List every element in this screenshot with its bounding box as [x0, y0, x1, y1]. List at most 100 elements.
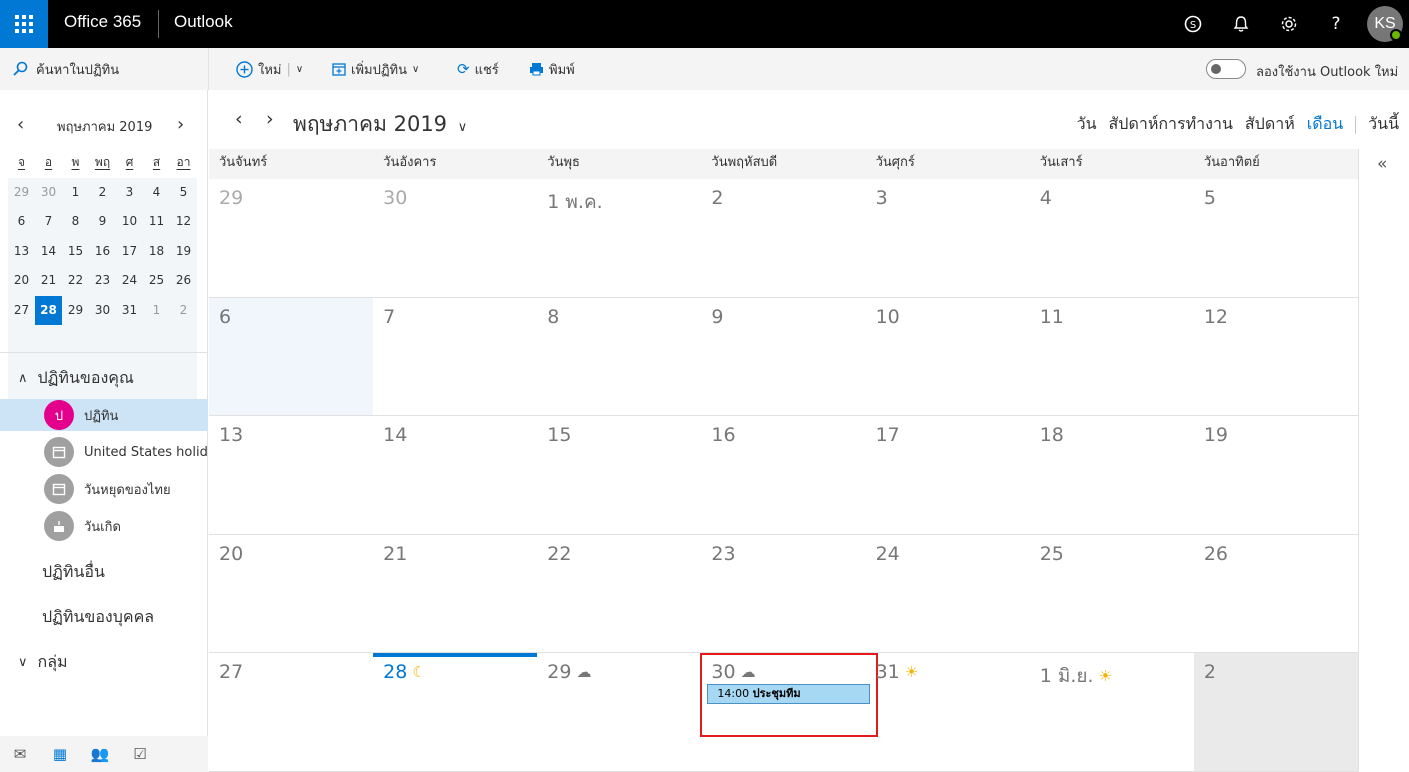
view-option[interactable]: สัปดาห์ [1245, 112, 1295, 137]
mini-day[interactable]: 24 [116, 266, 143, 296]
mini-day[interactable]: 3 [116, 178, 143, 208]
mini-day[interactable]: 29 [62, 296, 89, 326]
mini-day[interactable]: 9 [89, 207, 116, 237]
mini-day[interactable]: 1 [143, 296, 170, 326]
mini-day[interactable]: 7 [35, 207, 62, 237]
mini-day[interactable]: 13 [8, 237, 35, 267]
mini-day[interactable]: 10 [116, 207, 143, 237]
mini-day[interactable]: 17 [116, 237, 143, 267]
people-calendars-heading[interactable]: ปฏิทินของบุคคล [42, 605, 154, 630]
mini-day[interactable]: 14 [35, 237, 62, 267]
day-cell[interactable]: 14 [373, 416, 537, 534]
day-cell[interactable]: 12 [1194, 298, 1358, 416]
day-cell[interactable]: 24 [866, 535, 1030, 653]
day-cell[interactable]: 19 [1194, 416, 1358, 534]
day-cell[interactable]: 29 ☁ [537, 653, 701, 771]
day-cell[interactable]: 16 [701, 416, 865, 534]
day-cell[interactable]: 1 พ.ค. [537, 179, 701, 297]
tasks-icon[interactable]: ☑ [120, 745, 160, 763]
add-calendar-button[interactable]: เพิ่มปฏิทิน ∨ [332, 48, 419, 90]
day-cell[interactable]: 20 [209, 535, 373, 653]
mini-day[interactable]: 1 [62, 178, 89, 208]
mini-day[interactable]: 6 [8, 207, 35, 237]
day-cell[interactable]: 26 [1194, 535, 1358, 653]
other-calendars-heading[interactable]: ปฏิทินอื่น [42, 560, 105, 585]
groups-section[interactable]: ∨ กลุ่ม [18, 650, 68, 675]
mini-day[interactable]: 21 [35, 266, 62, 296]
mini-day[interactable]: 23 [89, 266, 116, 296]
day-cell[interactable]: 4 [1030, 179, 1194, 297]
mini-day[interactable]: 25 [143, 266, 170, 296]
day-cell[interactable]: 1 มิ.ย. ☀ [1030, 653, 1194, 771]
bell-icon[interactable] [1227, 10, 1255, 38]
calendar-item[interactable]: ป ปฏิทิน [0, 399, 208, 431]
collapse-pane-icon[interactable]: « [1377, 154, 1387, 174]
mini-day[interactable]: 31 [116, 296, 143, 326]
gear-icon[interactable] [1275, 10, 1303, 38]
mini-day[interactable]: 22 [62, 266, 89, 296]
day-cell[interactable]: 7 [373, 298, 537, 416]
view-option[interactable]: สัปดาห์การทำงาน [1109, 112, 1233, 137]
mini-day[interactable]: 15 [62, 237, 89, 267]
day-cell[interactable]: 28 ☾ [373, 653, 538, 771]
calendar-item[interactable]: วันหยุดของไทย [0, 473, 208, 505]
prev-month-icon[interactable]: ‹ [235, 108, 243, 130]
mini-prev-month-icon[interactable]: ‹ [17, 114, 24, 135]
day-cell[interactable]: 23 [701, 535, 865, 653]
day-cell[interactable]: 30 [373, 179, 537, 297]
day-cell[interactable]: 2 [701, 179, 865, 297]
calendar-item[interactable]: วันเกิด [0, 510, 208, 542]
day-cell[interactable]: 22 [537, 535, 701, 653]
mini-day[interactable]: 30 [35, 178, 62, 208]
mini-calendar-title[interactable]: พฤษภาคม 2019 [57, 116, 152, 137]
day-cell[interactable]: 5 [1194, 179, 1358, 297]
your-calendars-section[interactable]: ∧ ปฏิทินของคุณ [18, 366, 134, 391]
day-cell[interactable]: 31 ☀ [866, 653, 1030, 771]
day-cell[interactable]: 6 [209, 297, 374, 416]
month-title[interactable]: พฤษภาคม 2019 ∨ [293, 108, 467, 141]
help-icon[interactable]: ? [1322, 10, 1350, 38]
mini-day[interactable]: 5 [170, 178, 197, 208]
day-cell[interactable]: 27 [209, 653, 373, 771]
day-cell[interactable]: 9 [701, 298, 865, 416]
calendar-icon[interactable]: ▦ [40, 745, 80, 763]
day-cell[interactable]: 3 [866, 179, 1030, 297]
mini-day[interactable]: 30 [89, 296, 116, 326]
mini-day[interactable]: 11 [143, 207, 170, 237]
mini-next-month-icon[interactable]: › [177, 114, 184, 135]
app-launcher-button[interactable] [0, 0, 48, 48]
mini-day[interactable]: 16 [89, 237, 116, 267]
mini-day[interactable]: 19 [170, 237, 197, 267]
calendar-item[interactable]: United States holidays [0, 436, 208, 468]
mini-day[interactable]: 26 [170, 266, 197, 296]
new-event-button[interactable]: ใหม่ | ∨ [236, 48, 303, 90]
day-cell[interactable]: 2 [1193, 653, 1358, 771]
day-cell[interactable]: 18 [1030, 416, 1194, 534]
mini-day[interactable]: 2 [89, 178, 116, 208]
print-button[interactable]: พิมพ์ [529, 48, 575, 90]
mini-day[interactable]: 20 [8, 266, 35, 296]
mini-day[interactable]: 2 [170, 296, 197, 326]
calendar-search[interactable]: ค้นหาในปฏิทิน [0, 48, 208, 90]
day-cell[interactable]: 13 [209, 416, 373, 534]
day-cell[interactable]: 21 [373, 535, 537, 653]
day-cell[interactable]: 29 [209, 179, 373, 297]
day-cell[interactable]: 25 [1030, 535, 1194, 653]
skype-icon[interactable]: S [1179, 10, 1207, 38]
day-cell[interactable]: 11 [1030, 298, 1194, 416]
try-new-outlook-toggle[interactable] [1206, 59, 1246, 79]
people-icon[interactable]: 👥 [80, 745, 120, 763]
today-button[interactable]: วันนี้ [1368, 112, 1399, 137]
mini-day[interactable]: 18 [143, 237, 170, 267]
mini-day[interactable]: 4 [143, 178, 170, 208]
mini-day[interactable]: 27 [8, 296, 35, 326]
day-cell[interactable]: 30 ☁ 14:00 ประชุมทีม [700, 653, 879, 771]
mini-day-today[interactable]: 28 [35, 295, 62, 325]
day-cell[interactable]: 8 [537, 298, 701, 416]
day-cell[interactable]: 15 [537, 416, 701, 534]
day-cell[interactable]: 10 [866, 298, 1030, 416]
view-option[interactable]: วัน [1077, 112, 1097, 137]
mini-day[interactable]: 29 [8, 178, 35, 208]
view-option[interactable]: เดือน [1307, 112, 1343, 137]
day-cell[interactable]: 17 [866, 416, 1030, 534]
